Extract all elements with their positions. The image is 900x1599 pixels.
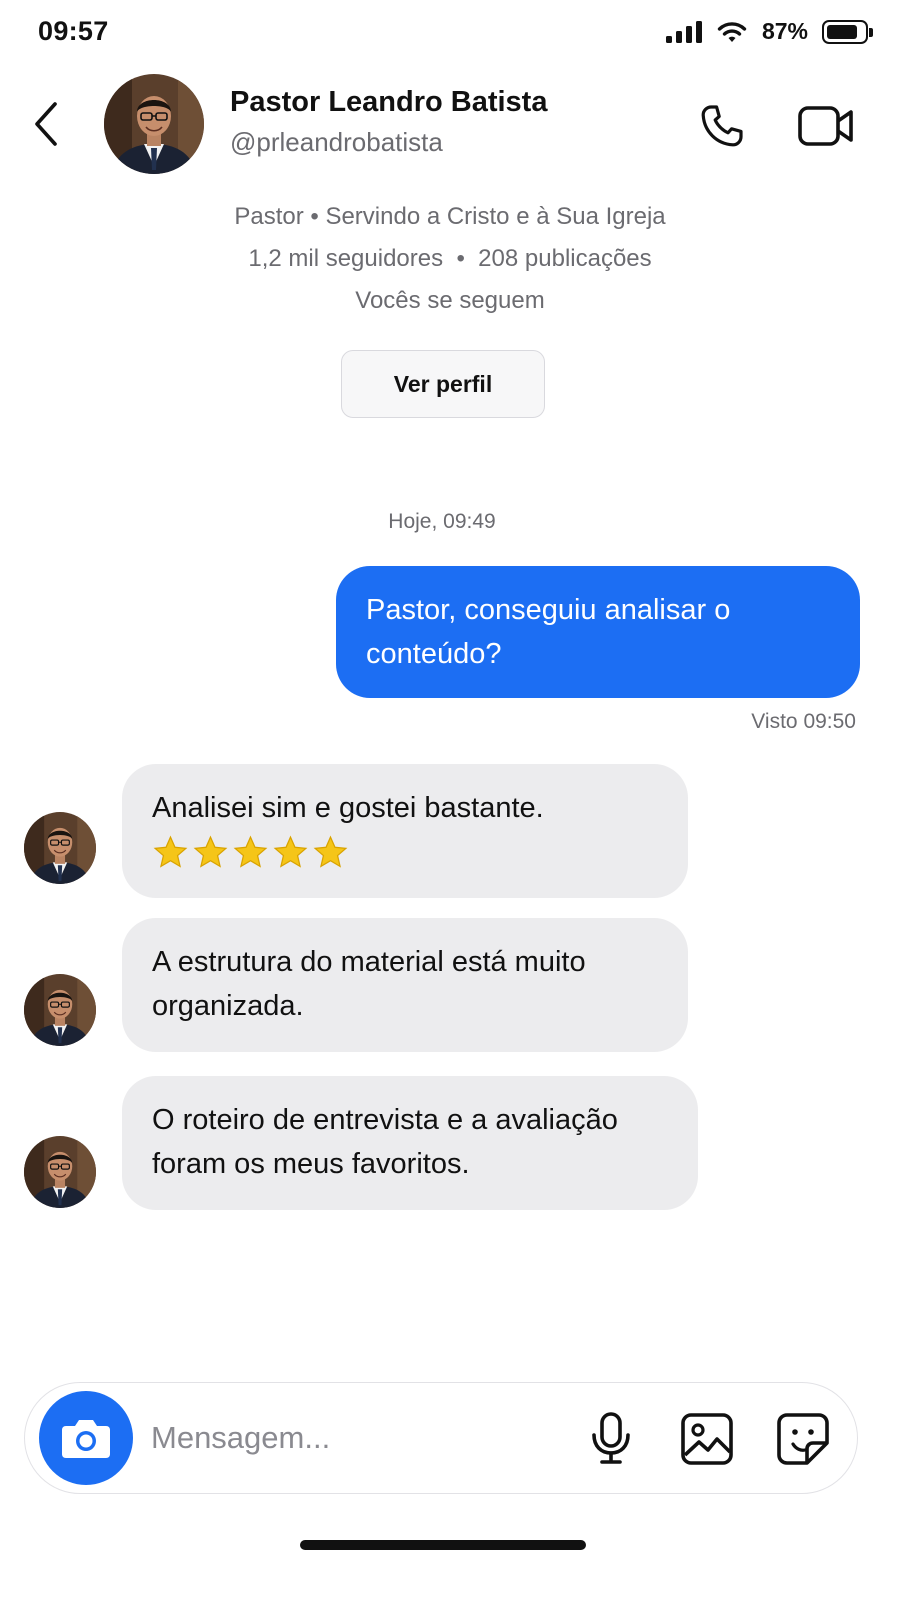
signal-icon — [665, 20, 702, 43]
camera-icon — [62, 1420, 110, 1458]
avatar[interactable] — [24, 974, 96, 1046]
star-rating — [152, 834, 658, 871]
avatar[interactable] — [104, 74, 204, 174]
battery-icon — [822, 19, 873, 44]
back-button[interactable] — [26, 98, 66, 150]
message-timestamp: Hoje, 09:49 — [388, 510, 496, 533]
profile-bio: Pastor • Servindo a Cristo e à Sua Igrej… — [234, 203, 666, 230]
video-call-button[interactable] — [794, 98, 858, 154]
battery-percent: 87% — [761, 18, 808, 44]
incoming-message-row: O roteiro de entrevista e a avaliação fo… — [0, 1076, 900, 1210]
star-icon — [192, 834, 229, 871]
status-indicators: 87% — [665, 18, 873, 45]
message-text: Analisei sim e gostei bastante. — [152, 792, 544, 824]
camera-button[interactable] — [39, 1391, 133, 1485]
follow-status: Vocês se seguem — [355, 287, 545, 314]
message-input[interactable] — [151, 1413, 571, 1463]
profile-summary: Pastor • Servindo a Cristo e à Sua Igrej… — [0, 196, 900, 322]
status-bar: 09:57 87% — [0, 0, 900, 64]
call-button[interactable] — [694, 98, 750, 154]
outgoing-message[interactable]: Pastor, conseguiu analisar o conteúdo? — [336, 566, 860, 698]
image-icon — [681, 1413, 733, 1465]
sticker-button[interactable] — [773, 1409, 833, 1469]
incoming-message[interactable]: A estrutura do material está muito organ… — [122, 918, 688, 1052]
incoming-message-row: Analisei sim e gostei bastante. — [0, 764, 900, 898]
profile-stats: 1,2 mil seguidores • 208 publicações — [248, 245, 652, 272]
wifi-icon — [717, 21, 747, 42]
message-composer — [24, 1382, 858, 1494]
contact-name[interactable]: Pastor Leandro Batista — [230, 86, 547, 119]
avatar[interactable] — [24, 812, 96, 884]
seen-status: Visto 09:50 — [751, 710, 856, 733]
home-indicator[interactable] — [300, 1540, 586, 1550]
gallery-button[interactable] — [677, 1409, 737, 1469]
avatar[interactable] — [24, 1136, 96, 1208]
contact-handle: @prleandrobatista — [230, 127, 443, 157]
incoming-message-row: A estrutura do material está muito organ… — [0, 918, 900, 1052]
chat-header: Pastor Leandro Batista @prleandrobatista — [0, 70, 900, 180]
view-profile-button[interactable]: Ver perfil — [341, 350, 545, 418]
star-icon — [232, 834, 269, 871]
star-icon — [152, 834, 189, 871]
microphone-icon — [592, 1412, 630, 1464]
star-icon — [272, 834, 309, 871]
chevron-left-icon — [35, 102, 57, 146]
voice-message-button[interactable] — [585, 1409, 637, 1469]
incoming-message[interactable]: Analisei sim e gostei bastante. — [122, 764, 688, 898]
star-icon — [312, 834, 349, 871]
sticker-icon — [777, 1413, 829, 1465]
video-camera-icon — [798, 106, 853, 146]
status-time: 09:57 — [38, 16, 109, 46]
phone-icon — [701, 105, 743, 147]
incoming-message[interactable]: O roteiro de entrevista e a avaliação fo… — [122, 1076, 698, 1210]
